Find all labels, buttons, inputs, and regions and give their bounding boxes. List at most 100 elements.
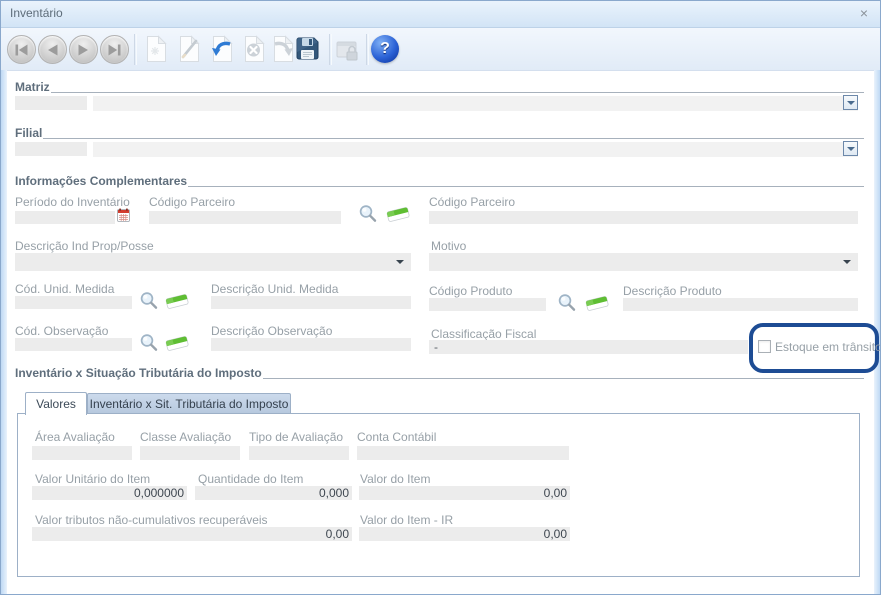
floppy-disk-icon — [294, 35, 321, 62]
next-record-icon — [78, 44, 89, 56]
unid-medida-clear-button[interactable] — [165, 293, 189, 313]
classificacao-fiscal-label: Classificação Fiscal — [431, 327, 536, 341]
tributo-section-rule — [263, 378, 864, 379]
search-icon — [139, 333, 158, 352]
eraser-icon — [386, 206, 410, 223]
tab-valores[interactable]: Valores — [25, 392, 87, 415]
tab-inventario-sit-label: Inventário x Sit. Tributária do Imposto — [90, 397, 289, 411]
filial-label: Filial — [15, 126, 42, 140]
valor-item-field[interactable]: 0,00 — [359, 486, 570, 500]
info-section-label: Informações Complementares — [15, 174, 187, 188]
search-icon — [557, 293, 576, 312]
eraser-icon — [165, 293, 189, 310]
window-frame-left — [1, 70, 7, 594]
first-record-icon — [15, 44, 28, 56]
quantidade-field[interactable]: 0,000 — [195, 486, 352, 500]
search-icon — [139, 291, 158, 310]
previous-record-button[interactable] — [38, 35, 67, 64]
toolbar-separator — [366, 34, 369, 65]
unid-medida-search-button[interactable] — [139, 291, 158, 313]
classe-avaliacao-label: Classe Avaliação — [140, 430, 231, 444]
matriz-code-field[interactable] — [15, 96, 87, 110]
close-icon[interactable]: × — [860, 5, 868, 21]
valor-item-ir-field[interactable]: 0,00 — [359, 527, 570, 541]
filial-dropdown-button[interactable] — [843, 141, 858, 156]
matriz-description-field[interactable] — [93, 96, 858, 111]
help-button[interactable]: ? — [371, 35, 399, 63]
help-icon: ? — [380, 40, 390, 58]
new-record-button[interactable] — [140, 35, 170, 65]
cod-observacao-field[interactable] — [15, 338, 132, 351]
toolbar-separator — [134, 34, 137, 65]
tributo-section-label: Inventário x Situação Tributária do Impo… — [15, 366, 262, 380]
estoque-transito-checkbox[interactable] — [758, 340, 771, 353]
tipo-avaliacao-field[interactable] — [249, 446, 349, 460]
matriz-dropdown-button[interactable] — [843, 95, 858, 110]
motivo-label: Motivo — [431, 239, 466, 253]
codigo-parceiro-clear-button[interactable] — [386, 206, 410, 226]
matriz-label: Matriz — [15, 80, 50, 94]
next-record-button[interactable] — [69, 35, 98, 64]
tipo-avaliacao-label: Tipo de Avaliação — [249, 430, 343, 444]
descricao-unid-medida-label: Descrição Unid. Medida — [211, 282, 338, 296]
info-section-rule — [188, 186, 864, 187]
window-title: Inventário — [10, 6, 63, 20]
filial-description-field[interactable] — [93, 142, 858, 157]
valor-unitario-label: Valor Unitário do Item — [35, 472, 150, 486]
classe-avaliacao-field[interactable] — [140, 446, 240, 460]
filial-rule — [43, 138, 864, 139]
tributo-section-header: Inventário x Situação Tributária do Impo… — [15, 366, 864, 380]
descricao-ind-combobox[interactable] — [15, 253, 411, 271]
descricao-unid-medida-field[interactable] — [211, 296, 411, 309]
tab-valores-label: Valores — [36, 397, 76, 411]
undo-button[interactable] — [206, 35, 236, 65]
codigo-parceiro-left-field[interactable] — [149, 211, 341, 224]
descricao-produto-label: Descrição Produto — [623, 284, 722, 298]
lock-icon — [336, 37, 360, 64]
search-icon — [358, 204, 377, 223]
edit-record-button[interactable] — [173, 35, 203, 65]
toolbar: ? — [1, 28, 880, 71]
valor-unitario-field[interactable]: 0,000000 — [32, 486, 187, 500]
cancel-button[interactable] — [238, 35, 268, 65]
codigo-parceiro-right-label: Código Parceiro — [429, 195, 515, 209]
lock-button[interactable] — [333, 37, 363, 67]
produto-search-button[interactable] — [557, 293, 576, 315]
conta-contabil-label: Conta Contábil — [357, 430, 436, 444]
previous-record-icon — [47, 44, 58, 56]
info-section-header: Informações Complementares — [15, 174, 864, 188]
area-avaliacao-field[interactable] — [32, 446, 132, 460]
valor-tributos-field[interactable]: 0,00 — [32, 527, 352, 541]
cancel-x-icon — [242, 35, 265, 63]
save-button[interactable] — [292, 35, 322, 65]
codigo-produto-field[interactable] — [429, 298, 546, 311]
first-record-button[interactable] — [7, 35, 36, 64]
last-record-button[interactable] — [100, 35, 129, 64]
edit-pencil-icon — [177, 35, 200, 63]
cod-unid-medida-field[interactable] — [15, 296, 132, 309]
codigo-parceiro-search-button[interactable] — [358, 204, 377, 226]
conta-contabil-field[interactable] — [357, 446, 569, 460]
filial-section-header: Filial — [15, 126, 864, 140]
codigo-parceiro-right-field[interactable] — [429, 211, 858, 224]
title-bar: Inventário × — [1, 1, 880, 28]
matriz-rule — [51, 92, 864, 93]
descricao-ind-label: Descrição Ind Prop/Posse — [15, 239, 154, 253]
produto-clear-button[interactable] — [585, 295, 609, 315]
valor-item-label: Valor do Item — [360, 472, 430, 486]
filial-code-field[interactable] — [15, 142, 87, 156]
descricao-observacao-field[interactable] — [211, 338, 411, 351]
chevron-down-icon — [847, 101, 855, 105]
observacao-clear-button[interactable] — [165, 335, 189, 355]
motivo-combobox[interactable] — [429, 253, 858, 271]
tab-inventario-sit-tributaria[interactable]: Inventário x Sit. Tributária do Imposto — [87, 393, 291, 414]
calendar-button[interactable] — [117, 208, 130, 225]
periodo-field[interactable] — [15, 211, 115, 224]
classificacao-fiscal-field[interactable]: - — [429, 340, 748, 354]
observacao-search-button[interactable] — [139, 333, 158, 355]
last-record-icon — [108, 44, 121, 56]
chevron-down-icon — [396, 260, 404, 264]
chevron-down-icon — [843, 260, 851, 264]
area-avaliacao-label: Área Avaliação — [35, 430, 115, 444]
descricao-produto-field[interactable] — [623, 298, 858, 311]
